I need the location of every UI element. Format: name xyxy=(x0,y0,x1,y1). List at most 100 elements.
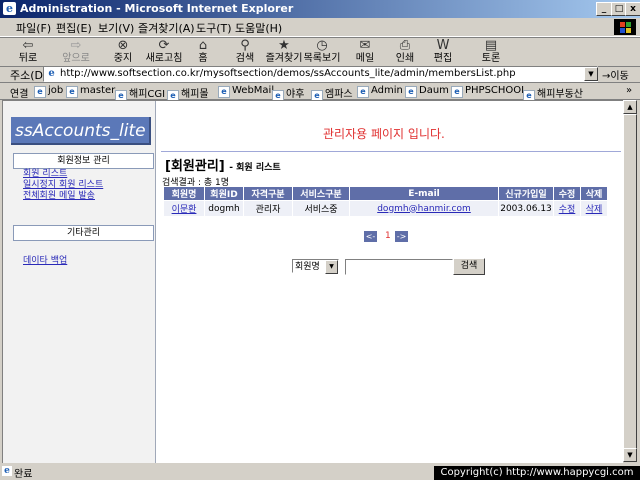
delete-link[interactable]: 삭제 xyxy=(581,201,607,216)
col-email: E-mail xyxy=(350,187,498,200)
refresh-button[interactable]: ⟳ 새로고침 xyxy=(144,38,184,66)
menu-edit[interactable]: 편집(E) xyxy=(56,20,92,36)
link-icon: e xyxy=(405,86,417,98)
scroll-thumb[interactable] xyxy=(623,114,637,450)
windows-logo-icon xyxy=(614,19,636,35)
scroll-up-icon[interactable]: ▲ xyxy=(623,100,637,114)
printer-icon: ⎙ xyxy=(399,38,411,53)
favorites-button[interactable]: ★ 즐겨찾기 xyxy=(264,38,304,66)
close-button[interactable]: x xyxy=(625,2,640,16)
history-icon: ◷ xyxy=(316,38,328,53)
pagination: <- 1 -> xyxy=(364,231,412,243)
home-icon: ⌂ xyxy=(198,38,208,53)
link-icon: e xyxy=(357,86,369,98)
menu-bar: 파일(F) 편집(E) 보기(V) 즐겨찾기(A) 도구(T) 도움말(H) xyxy=(0,18,640,37)
col-id: 회원ID xyxy=(205,187,243,200)
link-job[interactable]: e job xyxy=(34,85,63,98)
menu-file[interactable]: 파일(F) xyxy=(16,20,51,36)
status-text: 완료 xyxy=(14,469,33,480)
address-bar: 주소(D) e http://www.softsection.co.kr/myso… xyxy=(0,66,640,83)
col-service: 서비스구분 xyxy=(293,187,349,200)
member-grade: 관리자 xyxy=(244,201,292,216)
forward-arrow-icon: ⇨ xyxy=(70,38,82,53)
link-phpschool[interactable]: e PHPSCHOOL xyxy=(451,85,527,98)
scroll-down-icon[interactable]: ▼ xyxy=(623,448,637,462)
links-label: 연결 xyxy=(10,89,29,100)
member-email-link[interactable]: dogmh@hanmir.com xyxy=(350,201,498,216)
sidebar-item-member-list[interactable]: 회원 리스트 xyxy=(23,169,67,180)
member-name-link[interactable]: 이문환 xyxy=(164,201,204,216)
forward-button[interactable]: ⇨ 앞으로 xyxy=(58,38,94,66)
menu-tools[interactable]: 도구(T) xyxy=(196,20,232,36)
page-icon: e xyxy=(46,68,57,79)
page-content: ssAccounts_lite 회원정보 관리 회원 리스트 일시정지 회원 리… xyxy=(2,100,623,463)
links-more-icon[interactable]: » xyxy=(626,85,632,96)
menu-help[interactable]: 도움말(H) xyxy=(235,20,282,36)
address-dropdown-icon[interactable]: ▼ xyxy=(584,67,598,81)
links-bar: 연결 e job e master e 해피CGI e 해피몰 e WebMail e 야후… xyxy=(0,83,640,102)
link-master[interactable]: e master xyxy=(66,85,115,98)
sidebar-item-data-backup[interactable]: 데이타 백업 xyxy=(23,256,67,267)
back-arrow-icon: ⇦ xyxy=(22,38,34,53)
col-grade: 자격구분 xyxy=(244,187,292,200)
table-row: 이문환 dogmh 관리자 서비스중 dogmh@hanmir.com 2003… xyxy=(164,201,607,216)
divider xyxy=(161,151,621,152)
status-page-icon: e xyxy=(2,466,12,476)
mail-icon: ✉ xyxy=(359,38,371,53)
page-subtitle: - 회원 리스트 xyxy=(229,163,281,173)
go-button[interactable]: →이동 xyxy=(602,67,629,82)
sidebar-section-etc: 기타관리 xyxy=(13,225,154,241)
member-table: 회원명 회원ID 자격구분 서비스구분 E-mail 신규가입일 수정 삭제 이… xyxy=(163,186,608,217)
menu-view[interactable]: 보기(V) xyxy=(98,20,134,36)
member-join-date: 2003.06.13 xyxy=(499,201,553,216)
search-icon: ⚲ xyxy=(240,38,250,53)
search-field-select[interactable]: 회원명 ▼ xyxy=(292,259,339,274)
menu-favorites[interactable]: 즐겨찾기(A) xyxy=(138,20,195,36)
stop-button[interactable]: ⊗ 중지 xyxy=(108,38,138,66)
chevron-down-icon: ▼ xyxy=(325,260,338,274)
col-delete: 삭제 xyxy=(581,187,607,200)
link-icon: e xyxy=(34,86,46,98)
history-button[interactable]: ◷ 목록보기 xyxy=(302,38,342,66)
current-page[interactable]: 1 xyxy=(385,231,391,241)
window-title: Administration - Microsoft Internet Expl… xyxy=(20,2,294,15)
page-title: [회원관리] - 회원 리스트 xyxy=(165,159,281,174)
search-input[interactable] xyxy=(345,259,453,275)
minimize-button[interactable]: _ xyxy=(596,2,612,16)
app-logo[interactable]: ssAccounts_lite xyxy=(11,117,151,145)
link-admin[interactable]: e Admin xyxy=(357,85,403,98)
edit-button[interactable]: W 편집 xyxy=(430,38,456,66)
search-submit-button[interactable]: 검색 xyxy=(453,258,485,275)
col-join-date: 신규가입일 xyxy=(499,187,553,200)
copyright-watermark: Copyright(c) http://www.happycgi.com xyxy=(434,466,640,480)
favorites-icon: ★ xyxy=(278,38,290,53)
discuss-button[interactable]: ▤ 토론 xyxy=(478,38,504,66)
address-label: 주소(D) xyxy=(10,69,48,82)
edit-link[interactable]: 수정 xyxy=(554,201,580,216)
sidebar-item-suspended-list[interactable]: 일시정지 회원 리스트 xyxy=(23,180,103,191)
member-id: dogmh xyxy=(205,201,243,216)
link-icon: e xyxy=(451,86,463,98)
toolbar: ⇦ 뒤로 ⇨ 앞으로 ⊗ 중지 ⟳ 새로고침 ⌂ 홈 ⚲ 검색 ★ 즐겨찾기 ◷ 목록보기 ✉ 메… xyxy=(0,37,640,67)
link-icon: e xyxy=(66,86,78,98)
refresh-icon: ⟳ xyxy=(158,38,170,53)
back-button[interactable]: ⇦ 뒤로 xyxy=(10,38,46,66)
stop-icon: ⊗ xyxy=(117,38,129,53)
admin-notice: 관리자용 페이지 입니다. xyxy=(323,127,445,141)
title-bar: e Administration - Microsoft Internet Ex… xyxy=(0,0,640,18)
member-service: 서비스중 xyxy=(293,201,349,216)
table-header-row: 회원명 회원ID 자격구분 서비스구분 E-mail 신규가입일 수정 삭제 xyxy=(164,187,607,200)
ie-logo-icon: e xyxy=(3,2,16,15)
link-webmail[interactable]: e WebMail xyxy=(218,85,274,98)
link-daum[interactable]: e Daum xyxy=(405,85,449,98)
next-page-button[interactable]: -> xyxy=(395,231,408,242)
home-button[interactable]: ⌂ 홈 xyxy=(190,38,216,66)
sidebar-item-mail-all[interactable]: 전체회원 메일 발송 xyxy=(23,191,95,202)
address-input[interactable]: e http://www.softsection.co.kr/mysoftsect… xyxy=(43,66,598,82)
print-button[interactable]: ⎙ 인쇄 xyxy=(392,38,418,66)
mail-button[interactable]: ✉ 메일 xyxy=(352,38,378,66)
col-name: 회원명 xyxy=(164,187,204,200)
search-button[interactable]: ⚲ 검색 xyxy=(232,38,258,66)
vertical-scrollbar[interactable]: ▲ ▼ xyxy=(623,100,637,462)
prev-page-button[interactable]: <- xyxy=(364,231,377,242)
